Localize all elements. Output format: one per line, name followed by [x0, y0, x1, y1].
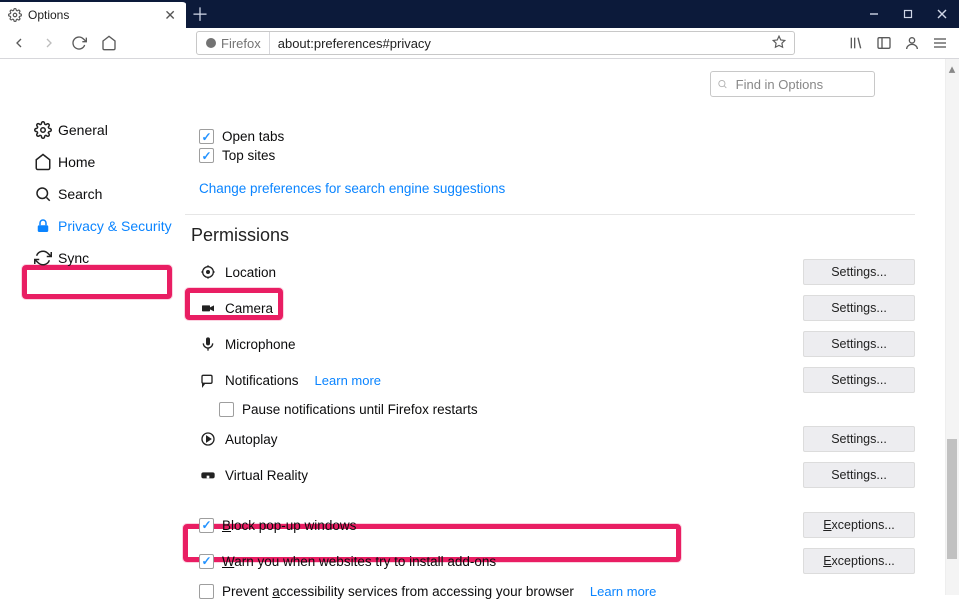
- block-popup-row: BBlock pop-up windowslock pop-up windows…: [185, 507, 915, 543]
- vr-icon: [199, 466, 217, 484]
- location-settings-button[interactable]: Settings...: [803, 259, 915, 285]
- checkbox[interactable]: [199, 584, 214, 599]
- close-icon[interactable]: ✕: [162, 7, 178, 24]
- bookmark-star-icon[interactable]: [764, 35, 794, 52]
- permission-label: Notifications: [225, 373, 299, 388]
- library-icon[interactable]: [843, 31, 869, 55]
- notifications-settings-button[interactable]: Settings...: [803, 367, 915, 393]
- scroll-up-arrow: ▴: [947, 61, 957, 73]
- learn-more-link[interactable]: Learn more: [590, 584, 656, 599]
- divider: [185, 214, 915, 215]
- checkbox[interactable]: [199, 518, 214, 533]
- sidebar-item-search[interactable]: Search: [0, 178, 185, 210]
- prevent-a11y-row: Prevent accessibility services from acce…: [185, 579, 915, 604]
- open-tabs-checkbox-row: Open tabs: [185, 129, 915, 144]
- permission-label: Camera: [225, 301, 273, 316]
- location-icon: [199, 263, 217, 281]
- scrollbar[interactable]: ▴: [945, 59, 959, 595]
- checkbox-label: Open tabs: [222, 129, 284, 144]
- category-sidebar: General Home Search Privacy & Security S…: [0, 59, 185, 595]
- permission-label: Autoplay: [225, 432, 278, 447]
- new-tab-button[interactable]: ＋: [186, 0, 214, 28]
- sidebar-item-general[interactable]: General: [0, 114, 185, 146]
- scrollbar-thumb[interactable]: [947, 439, 957, 559]
- titlebar: Options ✕ ＋: [0, 0, 959, 28]
- address-bar[interactable]: Firefox about:preferences#privacy: [196, 31, 795, 55]
- camera-icon: [199, 299, 217, 317]
- permission-label: Virtual Reality: [225, 468, 308, 483]
- camera-settings-button[interactable]: Settings...: [803, 295, 915, 321]
- sidebar-item-sync[interactable]: Sync: [0, 242, 185, 274]
- popup-exceptions-button[interactable]: Exceptions...Exceptions...: [803, 512, 915, 538]
- menu-icon[interactable]: [927, 31, 953, 55]
- sidebar-item-label: Privacy & Security: [58, 218, 172, 234]
- permissions-heading: Permissions: [191, 225, 915, 246]
- checkbox-label: BBlock pop-up windowslock pop-up windows: [222, 518, 356, 533]
- checkbox[interactable]: [199, 148, 214, 163]
- minimize-button[interactable]: [857, 0, 891, 28]
- autoplay-settings-button[interactable]: Settings...: [803, 426, 915, 452]
- microphone-settings-button[interactable]: Settings...: [803, 331, 915, 357]
- preferences-page: General Home Search Privacy & Security S…: [0, 59, 959, 595]
- microphone-permission-row: Microphone Settings...: [185, 326, 915, 362]
- pause-notifications-row: Pause notifications until Firefox restar…: [185, 402, 915, 417]
- gear-icon: [34, 121, 52, 139]
- search-suggestions-link-row: Change preferences for search engine sug…: [185, 181, 915, 196]
- location-permission-row: Location Settings...: [185, 254, 915, 290]
- sidebar-item-home[interactable]: Home: [0, 146, 185, 178]
- sidebar-item-privacy[interactable]: Privacy & Security: [0, 210, 185, 242]
- home-button[interactable]: [96, 31, 122, 55]
- checkbox[interactable]: [219, 402, 234, 417]
- home-icon: [34, 153, 52, 171]
- checkbox[interactable]: [199, 129, 214, 144]
- microphone-icon: [199, 335, 217, 353]
- notifications-permission-row: Notifications Learn more Settings...: [185, 362, 915, 398]
- top-sites-checkbox-row: Top sites: [185, 148, 915, 163]
- sync-icon: [34, 249, 52, 267]
- search-icon: [717, 78, 728, 90]
- camera-permission-row: Camera Settings...: [185, 290, 915, 326]
- sidebar-item-label: Home: [58, 154, 95, 170]
- url-text: about:preferences#privacy: [270, 36, 764, 51]
- preferences-content: Open tabs Top sites Change preferences f…: [185, 59, 945, 595]
- checkbox-label: Top sites: [222, 148, 275, 163]
- identity-box[interactable]: Firefox: [197, 32, 270, 54]
- lock-icon: [34, 217, 52, 235]
- search-icon: [34, 185, 52, 203]
- browser-tab-options[interactable]: Options ✕: [0, 0, 186, 28]
- tab-title: Options: [28, 8, 156, 22]
- addons-exceptions-button[interactable]: Exceptions...Exceptions...: [803, 548, 915, 574]
- checkbox-label: Warn you when websites try to install ad…: [222, 554, 496, 569]
- sidebar-icon[interactable]: [871, 31, 897, 55]
- origin-label: Firefox: [221, 36, 261, 51]
- checkbox-label: Prevent accessibility services from acce…: [222, 584, 574, 599]
- sidebar-item-label: Sync: [58, 250, 89, 266]
- sidebar-item-label: Search: [58, 186, 102, 202]
- sidebar-item-label: General: [58, 122, 108, 138]
- checkbox[interactable]: [199, 554, 214, 569]
- vr-settings-button[interactable]: Settings...: [803, 462, 915, 488]
- autoplay-icon: [199, 430, 217, 448]
- search-input[interactable]: [734, 76, 868, 93]
- account-icon[interactable]: [899, 31, 925, 55]
- permission-label: Location: [225, 265, 276, 280]
- back-button[interactable]: [6, 31, 32, 55]
- find-in-options-search[interactable]: [710, 71, 875, 97]
- notifications-icon: [199, 371, 217, 389]
- vr-permission-row: Virtual Reality Settings...: [185, 457, 915, 493]
- checkbox-label: Pause notifications until Firefox restar…: [242, 402, 478, 417]
- permission-label: Microphone: [225, 337, 296, 352]
- learn-more-link[interactable]: Learn more: [315, 373, 381, 388]
- gear-icon: [8, 8, 22, 22]
- forward-button[interactable]: [36, 31, 62, 55]
- maximize-button[interactable]: [891, 0, 925, 28]
- autoplay-permission-row: Autoplay Settings...: [185, 421, 915, 457]
- close-window-button[interactable]: [925, 0, 959, 28]
- nav-toolbar: Firefox about:preferences#privacy: [0, 28, 959, 59]
- reload-button[interactable]: [66, 31, 92, 55]
- change-search-prefs-link[interactable]: Change preferences for search engine sug…: [199, 181, 505, 196]
- window-buttons: [857, 0, 959, 28]
- warn-addons-row: Warn you when websites try to install ad…: [185, 543, 915, 579]
